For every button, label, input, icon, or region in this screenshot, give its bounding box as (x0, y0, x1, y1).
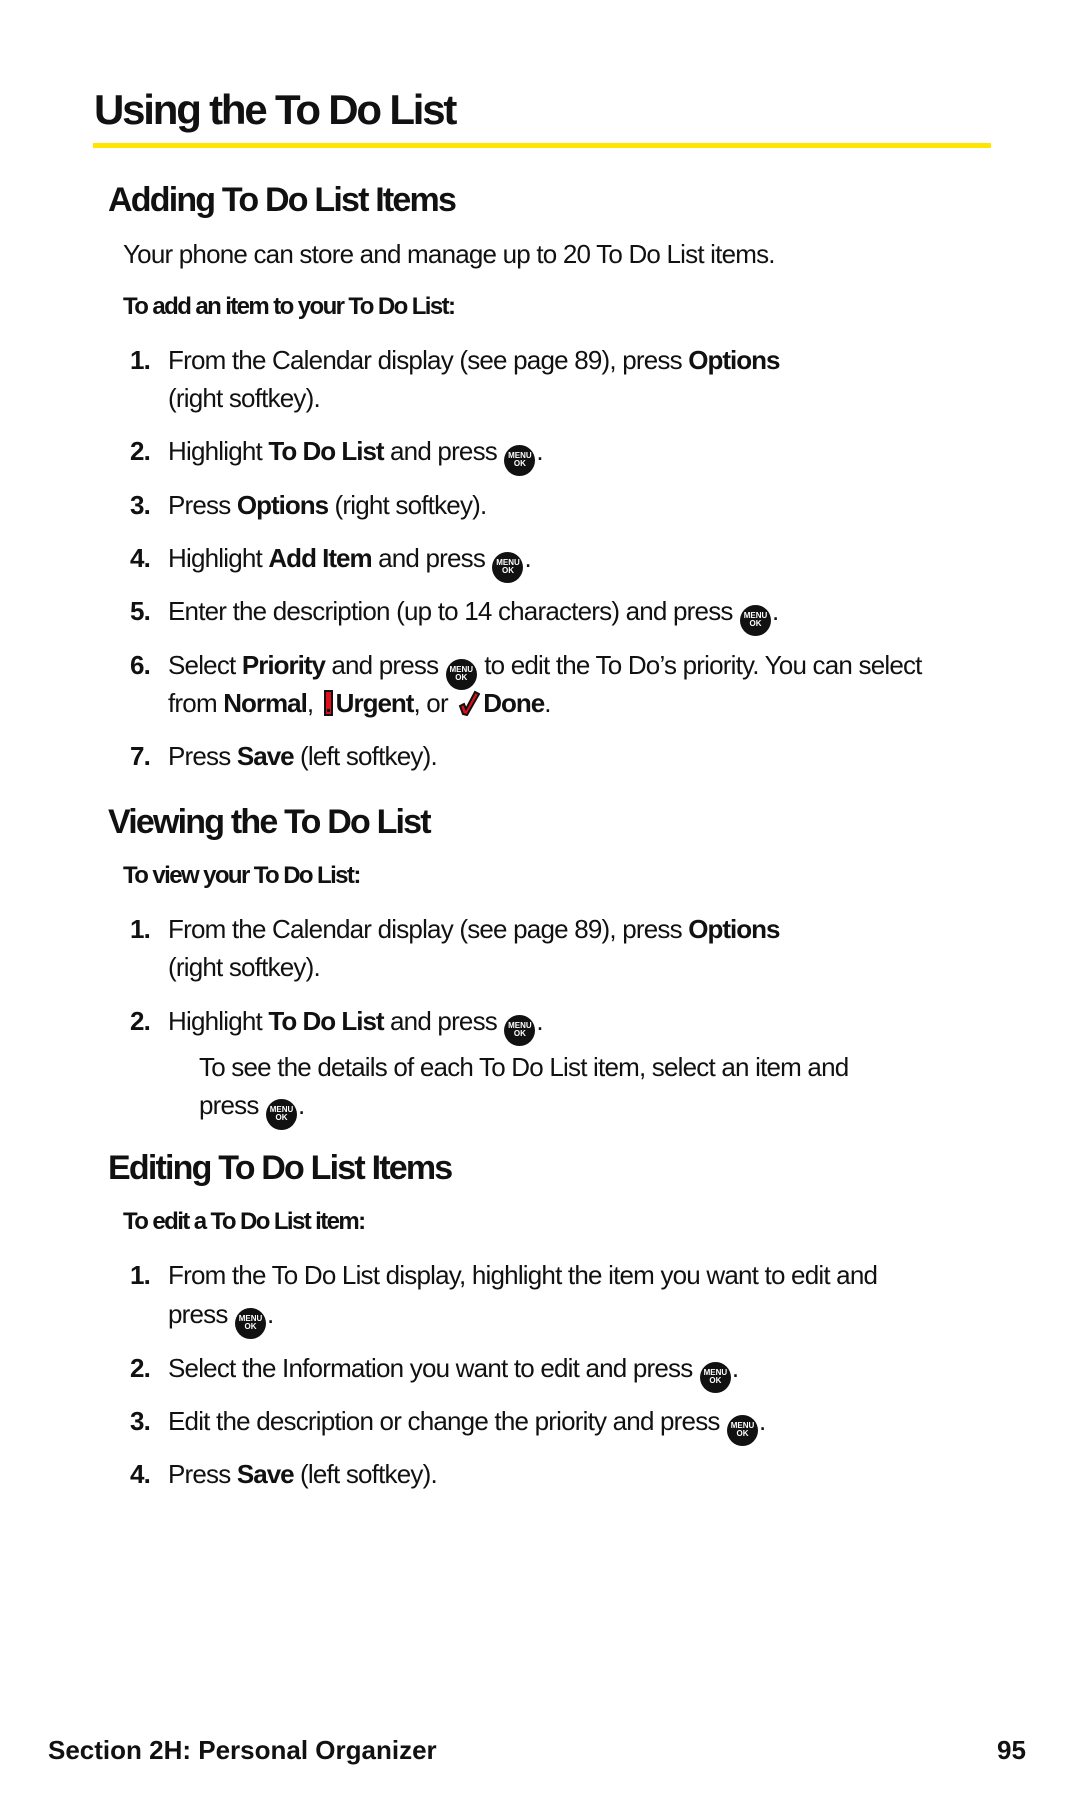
step-number: 1. (130, 1260, 151, 1290)
menu-ok-key-icon: MENU OK (727, 1415, 759, 1446)
step-number: 6. (130, 650, 151, 680)
intro-text: Your phone can store and manage up to 20… (123, 239, 776, 269)
step-text: Press Save (left softkey). (168, 741, 438, 771)
urgent-priority-icon (323, 690, 333, 716)
step-text: From the To Do List display, highlight t… (168, 1260, 878, 1290)
subheading-add: To add an item to your To Do List: (123, 293, 456, 320)
step-text: Highlight To Do List and press MENU OK. (168, 434, 544, 476)
menu-ok-key-icon: MENU OK (699, 1362, 731, 1393)
step-text: From the Calendar display (see page 89),… (168, 914, 780, 944)
page-number: 95 (997, 1735, 1026, 1765)
subheading-edit: To edit a To Do List item: (123, 1208, 366, 1235)
step-number: 5. (130, 596, 151, 626)
section-heading-editing: Editing To Do List Items (108, 1149, 453, 1187)
note-text-cont: press MENU OK. (199, 1088, 305, 1130)
subheading-view: To view your To Do List: (123, 862, 361, 889)
step-text: From the Calendar display (see page 89),… (168, 345, 780, 375)
menu-ok-key-icon: MENU OK (740, 605, 772, 636)
step-text: Highlight To Do List and press MENU OK. (168, 1004, 544, 1046)
step-text-cont: from Normal, Urgent, or Done. (168, 688, 552, 718)
step-text: Enter the description (up to 14 characte… (168, 594, 779, 636)
menu-ok-key-icon: MENU OK (504, 445, 536, 476)
step-text: Edit the description or change the prior… (168, 1404, 766, 1446)
step-number: 1. (130, 345, 151, 375)
page-title: Using the To Do List (94, 86, 457, 133)
menu-ok-key-icon: MENU OK (266, 1099, 298, 1130)
menu-ok-key-icon: MENU OK (492, 552, 524, 583)
step-text-cont: (right softkey). (168, 952, 321, 982)
section-heading-viewing: Viewing the To Do List (108, 803, 432, 841)
step-number: 4. (130, 1459, 151, 1489)
step-number: 2. (130, 436, 151, 466)
step-number: 3. (130, 1406, 151, 1436)
step-number: 2. (130, 1006, 151, 1036)
section-heading-adding: Adding To Do List Items (108, 181, 457, 219)
step-text-cont: press MENU OK. (168, 1297, 274, 1339)
step-text: Press Options (right softkey). (168, 490, 487, 520)
step-text: Select the Information you want to edit … (168, 1351, 739, 1393)
step-text: Select Priority and press MENU OK to edit… (168, 648, 922, 690)
done-checkmark-icon (458, 690, 481, 716)
title-rule (93, 143, 991, 148)
step-text: Highlight Add Item and press MENU OK. (168, 541, 532, 583)
step-number: 2. (130, 1353, 151, 1383)
menu-ok-key-icon: MENU OK (235, 1308, 267, 1339)
step-number: 1. (130, 914, 151, 944)
note-text: To see the details of each To Do List it… (199, 1052, 849, 1082)
menu-ok-key-icon: MENU OK (504, 1015, 536, 1046)
step-number: 4. (130, 543, 151, 573)
footer-section-label: Section 2H: Personal Organizer (48, 1735, 437, 1765)
step-text-cont: (right softkey). (168, 383, 321, 413)
step-text: Press Save (left softkey). (168, 1459, 438, 1489)
step-number: 7. (130, 741, 151, 771)
step-number: 3. (130, 490, 151, 520)
